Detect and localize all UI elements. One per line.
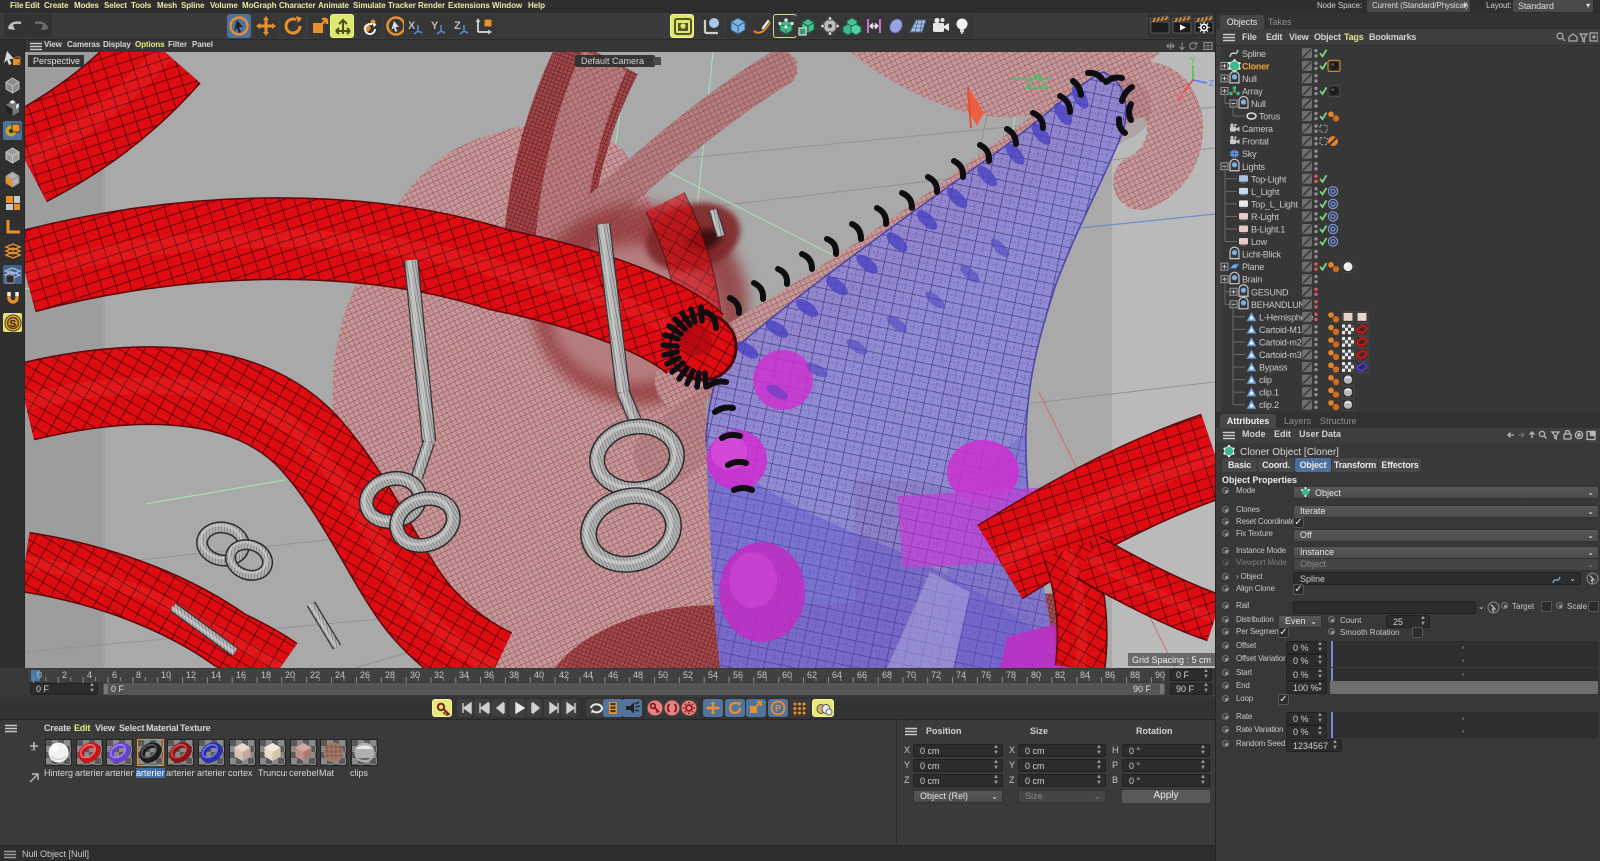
svg-text:clip.1: clip.1 xyxy=(1259,388,1279,398)
svg-text:Top-Light: Top-Light xyxy=(1251,174,1287,184)
svg-text:Bypass: Bypass xyxy=(1259,363,1288,373)
svg-text:Plane: Plane xyxy=(1242,262,1264,272)
svg-text:L_Light: L_Light xyxy=(1251,187,1280,197)
svg-text:S: S xyxy=(10,319,17,330)
svg-text:Spline: Spline xyxy=(1242,49,1266,59)
svg-text:Cartoid-m2: Cartoid-m2 xyxy=(1259,337,1302,347)
svg-text:X: X xyxy=(408,20,416,32)
svg-text:Low: Low xyxy=(1251,237,1268,247)
svg-text:Y: Y xyxy=(431,20,439,32)
svg-text:Frontal: Frontal xyxy=(1242,137,1269,147)
svg-text:Lights: Lights xyxy=(1242,162,1266,172)
svg-text:Default Camera: Default Camera xyxy=(581,56,644,66)
svg-text:Y: Y xyxy=(1190,56,1196,65)
svg-text:GESUND: GESUND xyxy=(1251,287,1289,297)
svg-text:Brain: Brain xyxy=(1242,275,1262,285)
svg-text:Null: Null xyxy=(1251,99,1266,109)
svg-text:Cloner Object [Cloner]: Cloner Object [Cloner] xyxy=(1240,447,1339,458)
svg-text:Licht-Blick: Licht-Blick xyxy=(1242,250,1282,260)
svg-text:Cartoid-m3: Cartoid-m3 xyxy=(1259,350,1302,360)
svg-text:Cartoid-M1: Cartoid-M1 xyxy=(1259,325,1302,335)
svg-text:Grid Spacing : 5 cm: Grid Spacing : 5 cm xyxy=(1132,655,1211,665)
svg-text:Camera: Camera xyxy=(1242,124,1273,134)
svg-text:Torus: Torus xyxy=(1259,112,1281,122)
svg-text:Z: Z xyxy=(1209,79,1214,88)
svg-text:Top_L_Light: Top_L_Light xyxy=(1251,199,1299,209)
svg-text:clip: clip xyxy=(1259,375,1272,385)
svg-text:Sky: Sky xyxy=(1242,149,1257,159)
svg-text:Cloner: Cloner xyxy=(1242,61,1270,71)
svg-text:Array: Array xyxy=(1242,86,1263,96)
svg-text:Z: Z xyxy=(454,20,461,32)
svg-text:Perspective: Perspective xyxy=(33,56,80,66)
svg-text:clip.2: clip.2 xyxy=(1259,400,1279,410)
svg-text:X: X xyxy=(1177,94,1183,103)
svg-text:Null: Null xyxy=(1242,74,1257,84)
svg-text:R-Light: R-Light xyxy=(1251,212,1279,222)
svg-text:P: P xyxy=(775,704,781,714)
svg-text:B-Light.1: B-Light.1 xyxy=(1251,225,1285,235)
